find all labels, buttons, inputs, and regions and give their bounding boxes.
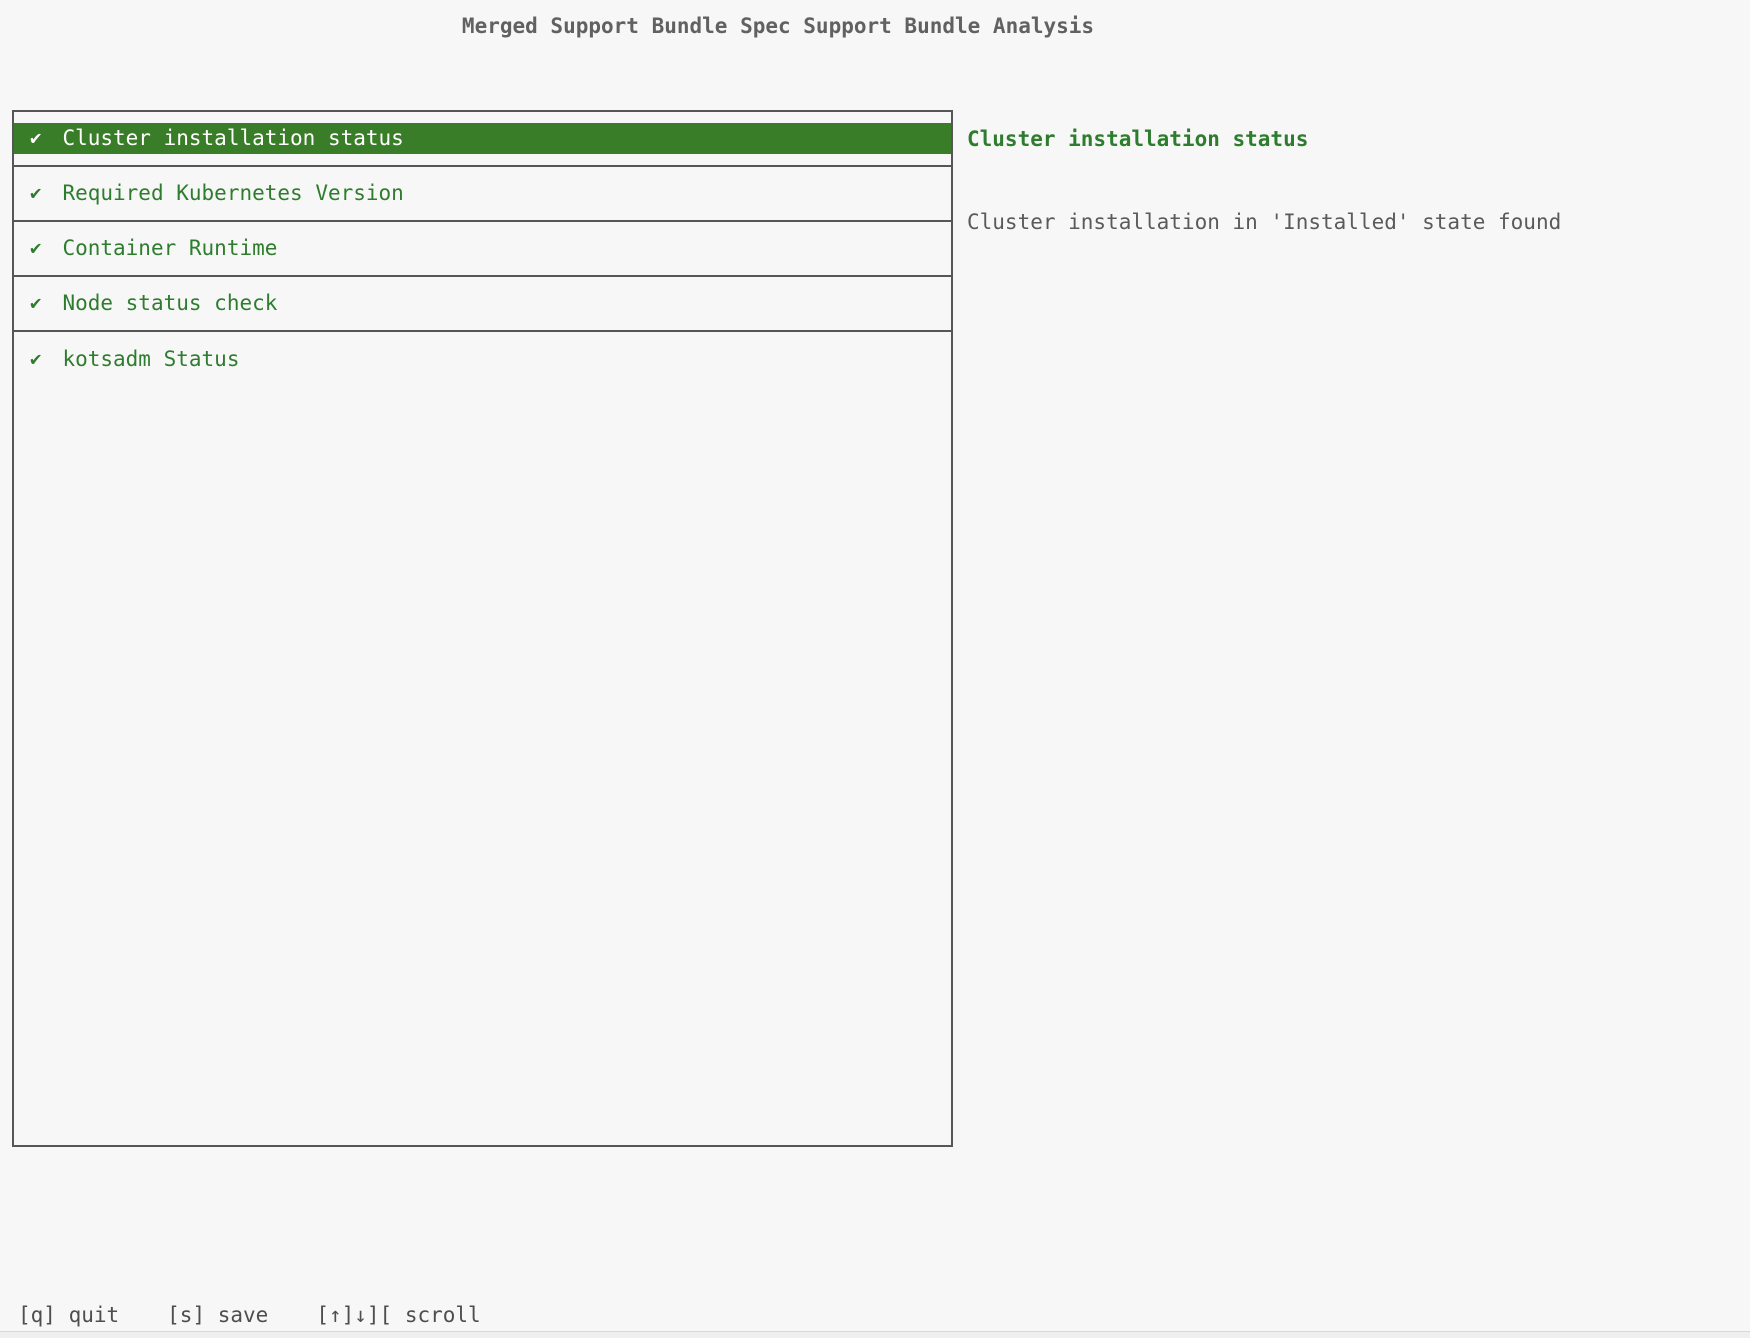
list-item-label: kotsadm Status — [62, 344, 239, 375]
list-item-label: Container Runtime — [62, 233, 277, 264]
app-title: Merged Support Bundle Spec Support Bundl… — [0, 12, 1556, 40]
save-key-hint: [s] save — [167, 1301, 268, 1329]
footer-keybar: [q] quit [s] save [↑]↓][ scroll — [18, 1301, 481, 1329]
list-item-label: Cluster installation status — [62, 123, 403, 154]
list-item-line: ✔ Node status check — [14, 288, 951, 319]
list-item-line: ✔ kotsadm Status — [14, 344, 951, 375]
list-item-line: ✔ Required Kubernetes Version — [14, 178, 951, 209]
check-icon: ✔ — [30, 288, 41, 319]
check-icon: ✔ — [30, 123, 41, 154]
list-item[interactable]: ✔ Node status check — [14, 277, 951, 332]
list-item-label: Node status check — [62, 288, 277, 319]
list-item-line: ✔ Cluster installation status — [14, 123, 951, 154]
list-item-label: Required Kubernetes Version — [62, 178, 403, 209]
window-bottom-edge — [0, 1331, 1750, 1338]
list-item[interactable]: ✔ Cluster installation status — [14, 112, 951, 167]
list-item[interactable]: ✔ Container Runtime — [14, 222, 951, 277]
check-icon: ✔ — [30, 178, 41, 209]
check-icon: ✔ — [30, 233, 41, 264]
check-icon: ✔ — [30, 344, 41, 375]
list-item[interactable]: ✔ Required Kubernetes Version — [14, 167, 951, 222]
list-item[interactable]: ✔ kotsadm Status — [14, 332, 951, 387]
analyzer-list: ✔ Cluster installation status ✔ Required… — [12, 110, 953, 1147]
detail-title: Cluster installation status — [967, 124, 1308, 155]
scroll-key-hint: [↑]↓][ scroll — [316, 1301, 480, 1329]
quit-key-hint: [q] quit — [18, 1301, 119, 1329]
list-item-line: ✔ Container Runtime — [14, 233, 951, 264]
detail-message: Cluster installation in 'Installed' stat… — [967, 207, 1561, 238]
